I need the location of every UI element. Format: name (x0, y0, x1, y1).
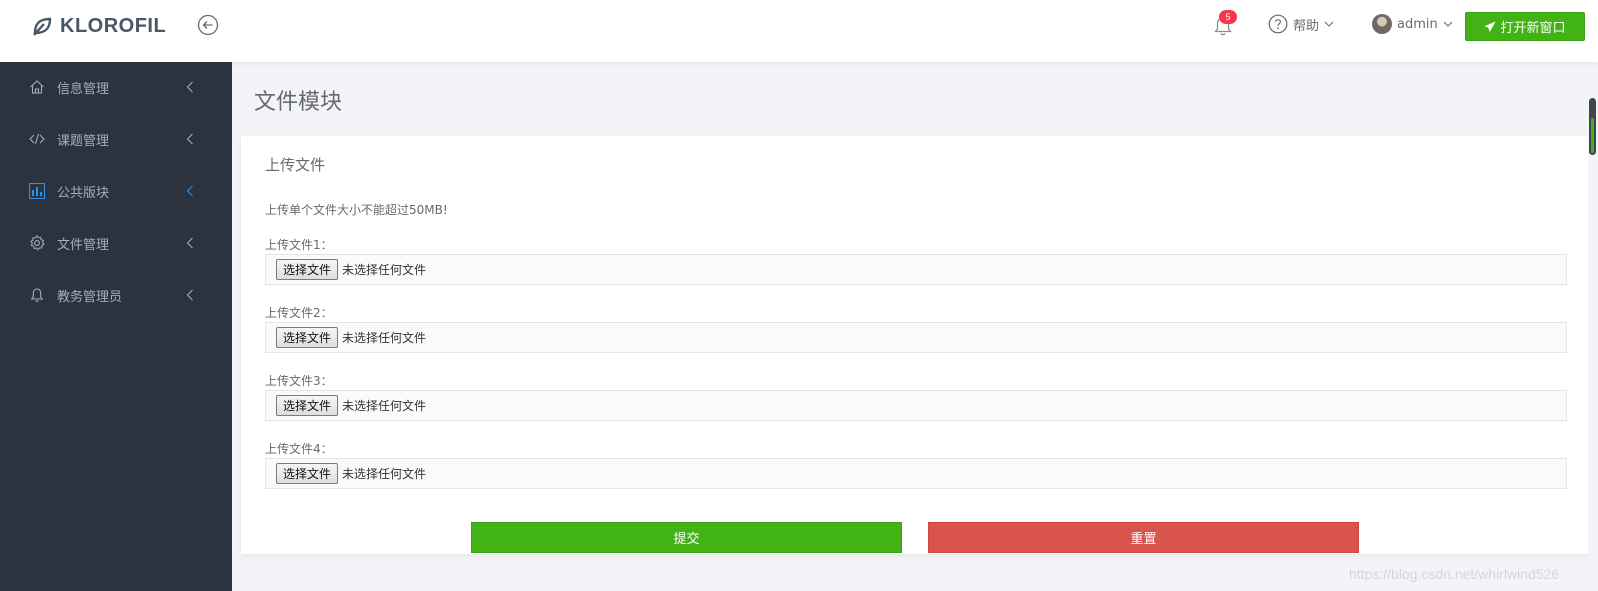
open-new-window-button[interactable]: 打开新窗口 (1465, 12, 1585, 41)
file-status-text: 未选择任何文件 (342, 467, 427, 481)
notification-count-badge: 5 (1219, 10, 1237, 24)
home-icon (30, 80, 44, 94)
panel-title: 上传文件 (265, 156, 326, 174)
bar-chart-icon (29, 183, 45, 199)
help-menu[interactable]: 帮助 (1268, 14, 1334, 34)
submit-button[interactable]: 提交 (471, 522, 902, 553)
file-input-1[interactable]: 选择文件 未选择任何文件 (265, 254, 1567, 285)
gear-icon (30, 235, 45, 251)
back-arrow-icon[interactable] (197, 14, 219, 36)
choose-file-button[interactable]: 选择文件 (276, 259, 339, 280)
chevron-left-icon (186, 185, 193, 197)
brand-logo[interactable]: KLOROFIL (30, 14, 166, 38)
upload-panel: 上传文件 上传单个文件大小不能超过50MB! 上传文件1： 选择文件 未选择任何… (241, 136, 1590, 554)
file-status-text: 未选择任何文件 (342, 399, 427, 413)
chevron-left-icon (186, 237, 193, 249)
user-menu[interactable]: admin (1372, 14, 1453, 34)
chevron-left-icon (186, 81, 193, 93)
help-label: 帮助 (1293, 18, 1320, 34)
sidebar-item-label: 文件管理 (57, 238, 110, 253)
upload-file-label: 上传文件3： (265, 374, 333, 388)
upload-file-label: 上传文件4： (265, 442, 333, 456)
sidebar-item-info-management[interactable]: 信息管理 (0, 62, 232, 114)
page-title: 文件模块 (254, 90, 343, 115)
scrollbar-thumb[interactable] (1589, 98, 1596, 155)
sidebar-item-label: 教务管理员 (57, 290, 123, 305)
user-name: admin (1397, 16, 1438, 32)
chevron-down-icon (1443, 21, 1453, 27)
sidebar-item-public-section[interactable]: 公共版块 (0, 166, 232, 218)
sidebar-item-academic-admin[interactable]: 教务管理员 (0, 270, 232, 322)
upload-size-note: 上传单个文件大小不能超过50MB! (265, 203, 448, 217)
sidebar-item-topic-management[interactable]: 课题管理 (0, 114, 232, 166)
rocket-icon (1484, 21, 1496, 32)
code-icon (29, 133, 45, 145)
file-input-3[interactable]: 选择文件 未选择任何文件 (265, 390, 1567, 421)
sidebar: 信息管理 课题管理 公共版块 文件管理 教务管理员 (0, 62, 232, 591)
brand-name: KLOROFIL (60, 14, 167, 37)
sidebar-item-label: 课题管理 (57, 134, 110, 149)
sidebar-item-label: 信息管理 (57, 82, 110, 97)
question-circle-icon (1268, 14, 1288, 34)
choose-file-button[interactable]: 选择文件 (276, 463, 339, 484)
reset-button[interactable]: 重置 (928, 522, 1359, 553)
top-navbar: KLOROFIL 5 帮助 admin 打开新窗口 (0, 0, 1598, 62)
chevron-down-icon (1324, 21, 1334, 27)
sidebar-item-file-management[interactable]: 文件管理 (0, 218, 232, 270)
file-input-2[interactable]: 选择文件 未选择任何文件 (265, 322, 1567, 353)
file-status-text: 未选择任何文件 (342, 331, 427, 345)
file-status-text: 未选择任何文件 (342, 263, 427, 277)
open-new-window-label: 打开新窗口 (1500, 21, 1566, 36)
avatar (1372, 14, 1392, 34)
upload-file-label: 上传文件1： (265, 238, 333, 252)
chevron-left-icon (186, 289, 193, 301)
bell-icon (30, 288, 44, 302)
watermark: https://blog.csdn.net/whirlwind526 (1349, 566, 1560, 582)
choose-file-button[interactable]: 选择文件 (276, 327, 339, 348)
leaf-icon (33, 17, 52, 36)
sidebar-item-label: 公共版块 (57, 186, 110, 201)
upload-file-label: 上传文件2： (265, 306, 333, 320)
choose-file-button[interactable]: 选择文件 (276, 395, 339, 416)
file-input-4[interactable]: 选择文件 未选择任何文件 (265, 458, 1567, 489)
chevron-left-icon (186, 133, 193, 145)
